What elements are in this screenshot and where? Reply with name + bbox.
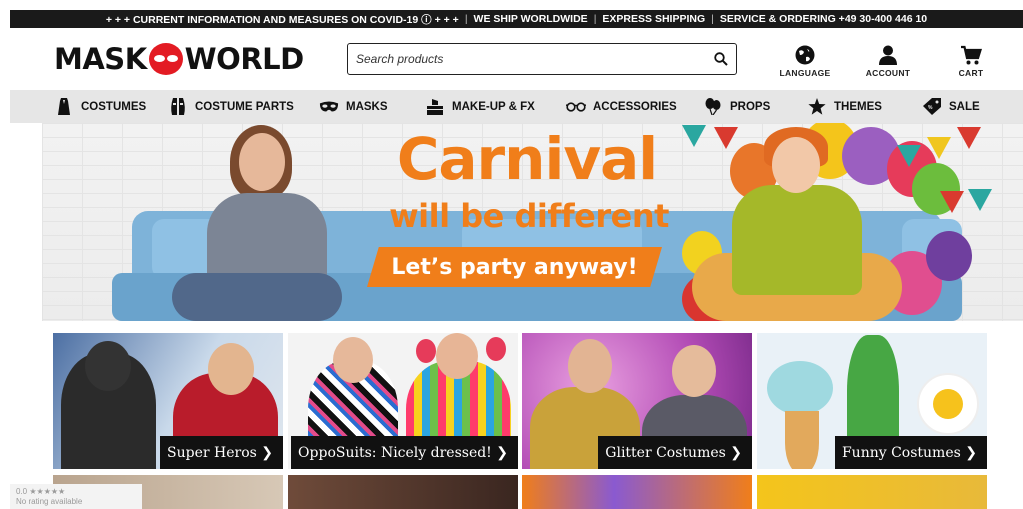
balloon	[416, 339, 436, 363]
language-button[interactable]: LANGUAGE	[770, 44, 840, 78]
star-icon	[807, 98, 827, 115]
nav-item-label: ACCESSORIES	[593, 100, 677, 113]
cart-label: CART	[958, 68, 984, 78]
nav-item-label: COSTUMES	[81, 100, 147, 113]
tag-icon: %	[922, 98, 942, 115]
service-phone[interactable]: SERVICE & ORDERING +49 30-400 446 10	[720, 13, 927, 25]
cart-button[interactable]: CART	[936, 44, 1006, 78]
nav-item-props[interactable]: PROPS	[703, 98, 770, 115]
costume-parts-icon	[168, 98, 188, 115]
makeup-icon	[425, 98, 445, 115]
search-button[interactable]	[706, 44, 736, 74]
tile-label: OppoSuits: Nicely dressed! ❯	[291, 436, 518, 469]
main-navigation: COSTUMES COSTUME PARTS MASKS MAKE-UP & F…	[10, 90, 1023, 123]
nav-item-label: PROPS	[730, 100, 771, 113]
mask-logo-icon	[148, 43, 183, 75]
category-tile-glitter-costumes[interactable]: Glitter Costumes ❯	[522, 333, 752, 469]
category-tile-funny-costumes[interactable]: Funny Costumes ❯	[757, 333, 987, 469]
tile-label: Glitter Costumes ❯	[598, 436, 752, 469]
hero-ribbon: Let’s party anyway!	[367, 247, 662, 287]
category-tile-super-heros[interactable]: Super Heros ❯	[53, 333, 283, 469]
balloon	[926, 231, 972, 281]
category-tile[interactable]	[288, 475, 518, 509]
account-label: ACCOUNT	[865, 68, 911, 78]
category-tile-opposuits[interactable]: OppoSuits: Nicely dressed! ❯	[288, 333, 518, 469]
category-tile[interactable]	[757, 475, 987, 509]
batman-mask	[85, 341, 131, 391]
person-face	[672, 345, 716, 397]
covid-info-link[interactable]: + + + CURRENT INFORMATION AND MEASURES O…	[106, 12, 459, 27]
tile-label: Funny Costumes ❯	[834, 436, 987, 469]
bunting-flag	[940, 191, 964, 213]
balloons-icon	[703, 98, 723, 115]
site-header: MASK WORLD LANGUAGE	[10, 28, 1023, 90]
language-label: LANGUAGE	[779, 68, 831, 78]
rating-score: 0.0 ★★★★★	[16, 487, 66, 496]
rating-widget[interactable]: 0.0 ★★★★★ No rating available	[10, 484, 142, 509]
egg-yolk	[933, 389, 963, 419]
bunting-flag	[714, 127, 738, 149]
nav-item-masks[interactable]: MASKS	[319, 98, 388, 115]
svg-text:%: %	[928, 105, 933, 111]
girl-image	[732, 185, 862, 295]
separator: |	[593, 13, 597, 25]
nav-item-accessories[interactable]: ACCESSORIES	[566, 98, 677, 115]
nav-item-themes[interactable]: THEMES	[807, 98, 882, 115]
globe-icon	[795, 45, 815, 65]
nav-item-sale[interactable]: % SALE	[922, 98, 980, 115]
site-logo[interactable]: MASK WORLD	[54, 42, 304, 76]
nav-item-label: COSTUME PARTS	[195, 100, 294, 113]
person-face	[436, 333, 478, 379]
shipping-info: WE SHIP WORLDWIDE	[473, 13, 588, 25]
separator: |	[464, 13, 468, 25]
info-bar: + + + CURRENT INFORMATION AND MEASURES O…	[10, 10, 1023, 28]
search-input[interactable]	[348, 44, 706, 74]
wonder-woman-face	[208, 343, 254, 395]
balloon	[486, 337, 506, 361]
girl-face	[772, 137, 820, 193]
nav-item-label: MASKS	[346, 100, 388, 113]
ice-cream-costume	[767, 361, 833, 415]
bunting-flag	[957, 127, 981, 149]
express-info: EXPRESS SHIPPING	[602, 13, 706, 25]
nav-item-costume-parts[interactable]: COSTUME PARTS	[168, 98, 294, 115]
person-face	[568, 339, 612, 393]
category-tile[interactable]	[522, 475, 752, 509]
nav-item-costumes[interactable]: COSTUMES	[54, 98, 146, 115]
nav-item-label: SALE	[949, 100, 980, 113]
nav-item-label: THEMES	[834, 100, 882, 113]
logo-text-left: MASK	[54, 42, 147, 76]
bunting-flag	[968, 189, 992, 211]
person-face	[333, 337, 373, 383]
hero-title: Carnival	[396, 125, 658, 193]
rating-text: No rating available	[16, 497, 83, 506]
ice-cream-cone	[785, 411, 819, 469]
search-icon	[714, 52, 728, 66]
woman-face	[239, 133, 285, 191]
logo-text-right: WORLD	[184, 42, 305, 76]
nav-item-label: MAKE-UP & FX	[452, 100, 535, 113]
mask-icon	[319, 98, 339, 115]
glasses-icon	[566, 98, 586, 115]
bunting-flag	[927, 137, 951, 159]
tile-label: Super Heros ❯	[160, 436, 283, 469]
nav-item-makeup[interactable]: MAKE-UP & FX	[425, 98, 535, 115]
hero-subtitle: will be different	[389, 197, 669, 235]
woman-legs	[172, 273, 342, 321]
separator: |	[711, 13, 714, 25]
page: + + + CURRENT INFORMATION AND MEASURES O…	[0, 0, 1023, 509]
costume-icon	[54, 98, 74, 115]
account-button[interactable]: ACCOUNT	[853, 44, 923, 78]
cart-icon	[961, 45, 982, 65]
search-bar	[347, 43, 737, 75]
user-icon	[879, 45, 897, 65]
bunting-flag	[897, 145, 921, 167]
hero-banner[interactable]: Carnival will be different Let’s party a…	[42, 123, 1023, 321]
